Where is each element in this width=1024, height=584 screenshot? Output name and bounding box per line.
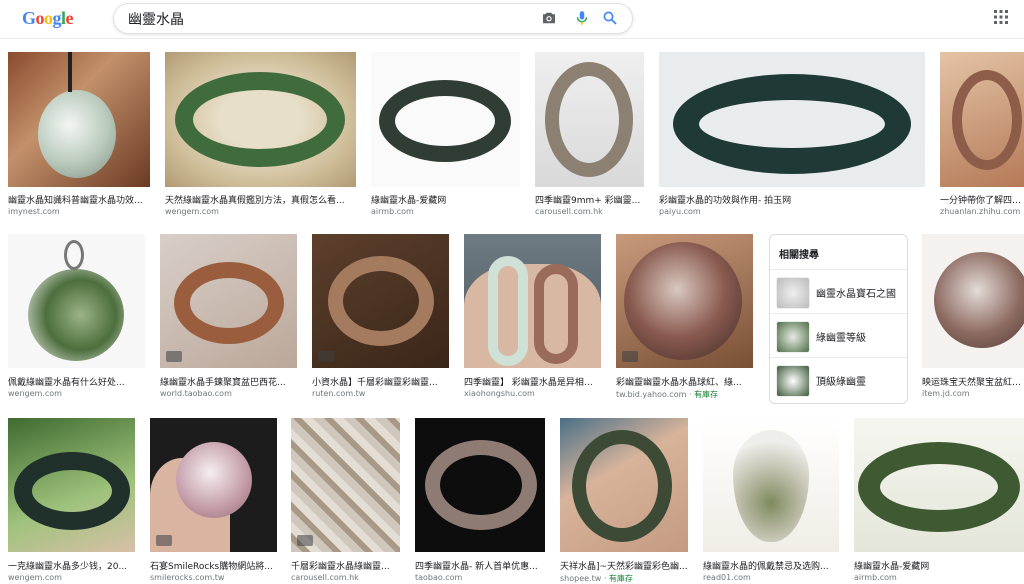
related-thumbnail [776,365,810,397]
availability-badge: 有庫存 [694,390,719,399]
result-thumbnail[interactable] [464,234,601,368]
result-source: carousell.com.hk [535,207,603,216]
microphone-icon[interactable] [573,9,591,27]
related-search-label[interactable]: 綠幽靈等級 [816,329,866,344]
result-thumbnail[interactable] [940,52,1024,187]
result-caption[interactable]: 綠幽靈水晶-爱藏网 [371,193,520,206]
apps-grid-icon[interactable] [994,10,1008,24]
result-source: paiyu.com [659,207,701,216]
result-thumbnail[interactable] [560,418,688,552]
result-thumbnail[interactable] [8,52,150,187]
related-search-label[interactable]: 幽靈水晶寶石之國 [816,285,896,300]
result-source: ruten.com.tw [312,389,366,398]
result-source: shopee.tw · 有庫存 [560,574,633,583]
result-caption[interactable]: 綠幽靈水晶的佩戴禁忌及选购... [703,559,839,572]
result-caption[interactable]: 彩幽靈幽靈水晶水晶球紅、綠... [616,375,753,388]
result-thumbnail[interactable] [8,234,145,368]
result-source: wengem.com [8,573,62,582]
result-thumbnail[interactable] [659,52,925,187]
result-caption[interactable]: 天然綠幽靈水晶真假鑑別方法，真假怎么看... [165,193,356,206]
result-thumbnail[interactable] [616,234,753,368]
result-source: carousell.com.hk [291,573,359,582]
google-logo[interactable]: Google [22,8,74,29]
result-caption[interactable]: 映运珠宝天然聚宝盆紅绿... [922,375,1024,388]
result-source: tw.bid.yahoo.com · 有庫存 [616,390,719,399]
result-thumbnail[interactable] [371,52,520,187]
related-thumbnail [776,277,810,309]
result-source-domain: tw.bid.yahoo.com [616,390,687,399]
result-source: wengem.com [8,389,62,398]
result-caption[interactable]: 天祥水晶]~天然彩幽靈彩色幽... [560,559,688,572]
result-caption[interactable]: 小資水晶】千層彩幽靈彩幽靈... [312,375,449,388]
result-thumbnail[interactable] [291,418,400,552]
result-source: item.jd.com [922,389,970,398]
shopping-tag-icon [297,535,313,546]
result-thumbnail[interactable] [160,234,297,368]
result-thumbnail[interactable] [922,234,1024,368]
result-thumbnail[interactable] [703,418,839,552]
related-thumbnail [776,321,810,353]
result-source: airmb.com [854,573,897,582]
result-caption[interactable]: 一分钟帶你了解四季... [940,193,1024,206]
result-thumbnail[interactable] [854,418,1024,552]
result-caption[interactable]: 佩戴綠幽靈水晶有什么好处... [8,375,145,388]
result-thumbnail[interactable] [8,418,135,552]
camera-icon[interactable] [540,9,558,27]
result-thumbnail[interactable] [535,52,644,187]
result-caption[interactable]: 四季幽靈9mm+ 彩幽靈... [535,193,644,206]
result-caption[interactable]: 四季幽靈】 彩幽靈水晶是异相水... [464,375,601,388]
search-icon[interactable] [601,9,619,27]
related-search-item[interactable]: 綠幽靈等級 [770,313,907,358]
availability-badge: 有庫存 [608,574,633,583]
result-caption[interactable]: 彩幽靈水晶的功效與作用- 拍玉网 [659,193,925,206]
search-input[interactable]: 幽靈水晶 [128,9,184,29]
related-search-label[interactable]: 頂級綠幽靈 [816,373,866,388]
related-searches-card: 相關搜尋 幽靈水晶寶石之國 綠幽靈等級 頂級綠幽靈 [769,234,908,404]
result-source: wengem.com [165,207,219,216]
result-source: world.taobao.com [160,389,232,398]
header-bar: Google 幽靈水晶 [0,0,1024,39]
result-caption[interactable]: 綠幽靈水晶手鍊聚寶盆巴西花... [160,375,297,388]
result-thumbnail[interactable] [150,418,277,552]
related-searches-title: 相關搜尋 [779,250,819,261]
result-source-domain: shopee.tw [560,574,602,583]
shopping-tag-icon [318,351,334,362]
related-search-item[interactable]: 幽靈水晶寶石之國 [770,269,907,314]
result-source: xiaohongshu.com [464,389,535,398]
result-thumbnail[interactable] [415,418,545,552]
result-caption[interactable]: 四季幽靈水晶- 新人首单优惠... [415,559,545,572]
result-caption[interactable]: 千層彩幽靈水晶綠幽靈... [291,559,400,572]
result-source: zhuanlan.zhihu.com [940,207,1021,216]
result-caption[interactable]: 一克綠幽靈水晶多少钱，20... [8,559,135,572]
result-source: airmb.com [371,207,414,216]
result-source: taobao.com [415,573,463,582]
shopping-tag-icon [156,535,172,546]
result-source: imynest.com [8,207,60,216]
result-source: smilerocks.com.tw [150,573,225,582]
result-caption[interactable]: 石宴SmileRocks購物網站將... [150,559,277,572]
result-thumbnail[interactable] [165,52,356,187]
shopping-tag-icon [622,351,638,362]
result-caption[interactable]: 幽靈水晶知識科普幽靈水晶功效... [8,193,150,206]
result-caption[interactable]: 綠幽靈水晶-爱藏网 [854,559,1024,572]
shopping-tag-icon [166,351,182,362]
related-search-item[interactable]: 頂級綠幽靈 [770,357,907,402]
result-source: read01.com [703,573,751,582]
result-thumbnail[interactable] [312,234,449,368]
search-box[interactable]: 幽靈水晶 [113,3,633,34]
